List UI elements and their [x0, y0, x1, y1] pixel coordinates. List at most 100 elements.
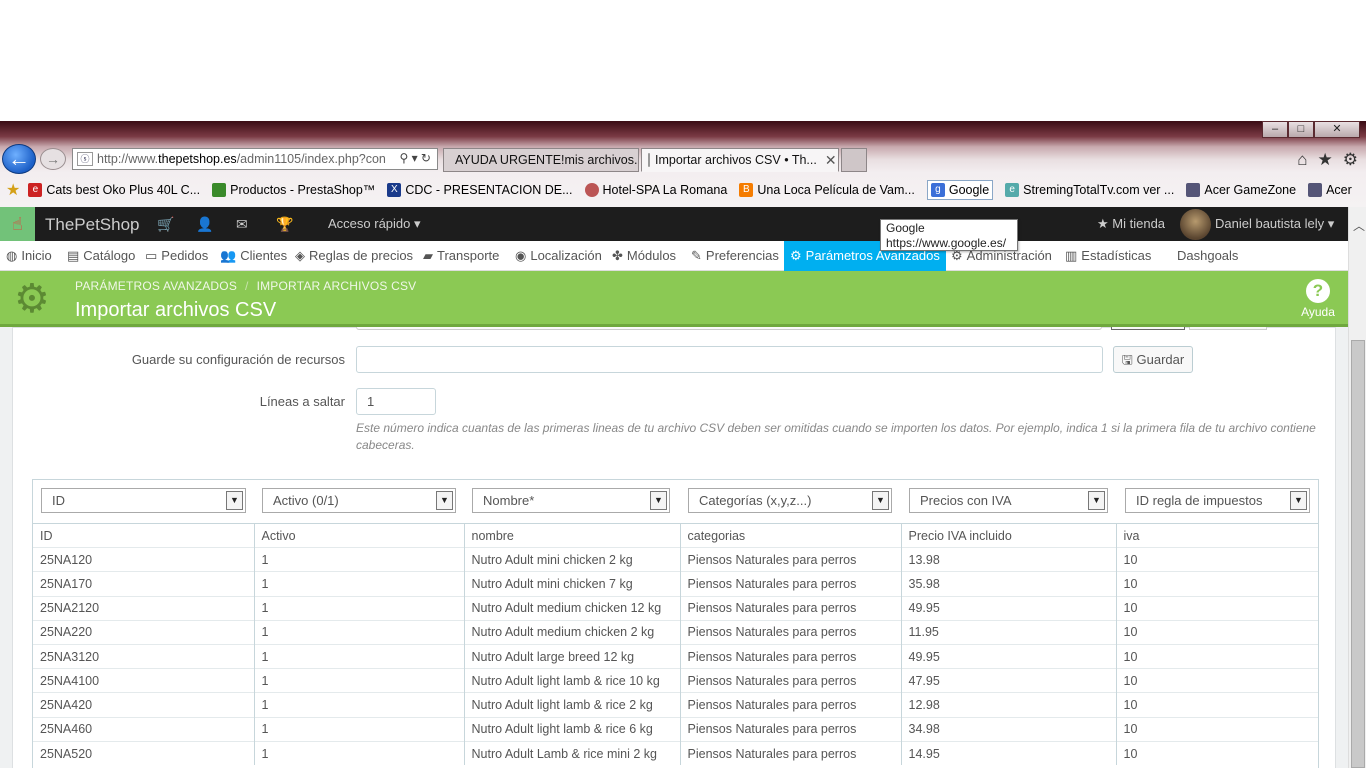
table-cell: 10 [1116, 595, 1318, 621]
column-select-1[interactable]: ID ▼ [41, 488, 246, 513]
breadcrumb-importar[interactable]: IMPORTAR ARCHIVOS CSV [257, 279, 417, 293]
skip-lines-hint: Este número indica cuantas de las primer… [356, 421, 1316, 452]
table-cell: Nutro Adult medium chicken 12 kg [464, 595, 681, 621]
window-controls: – □ ✕ [1262, 121, 1360, 139]
save-config-input[interactable] [356, 346, 1103, 373]
table-row: 25NA460 1 Nutro Adult light lamb & rice 6 … [33, 716, 1318, 742]
type-select-partial[interactable] [356, 327, 1102, 330]
trophy-icon[interactable]: 🏆 [276, 216, 293, 233]
favorite-link[interactable]: e StremingTotalTv.com ver ... [1005, 183, 1174, 197]
delete-button-partial[interactable] [1189, 327, 1267, 330]
table-cell: Nutro Adult mini chicken 2 kg [464, 547, 681, 572]
menu-item-reglas-precios[interactable]: ◈ Reglas de precios [295, 241, 413, 271]
chevron-down-icon: ▼ [436, 491, 453, 510]
hand-cursor-icon[interactable]: ☝ [0, 207, 35, 241]
google-icon: g [930, 183, 945, 197]
column-select-3[interactable]: Nombre* ▼ [472, 488, 670, 513]
site-tab-icon [648, 153, 650, 167]
csv-preview-grid: ID ▼ Activo (0/1) ▼ Nombre* ▼ Categorías (x… [32, 479, 1319, 768]
envelope-icon[interactable]: ✉ [236, 216, 248, 233]
table-cell: 12.98 [901, 692, 1117, 717]
column-select-5[interactable]: Precios con IVA ▼ [909, 488, 1108, 513]
user-menu[interactable]: Daniel bautista lely ▾ [1215, 216, 1334, 232]
credit-card-icon: ▭ [145, 248, 158, 263]
save-button[interactable]: 🖫 Guardar [1113, 346, 1193, 373]
book-icon: ▤ [67, 248, 80, 263]
table-cell: 10 [1116, 668, 1318, 693]
skip-lines-input[interactable] [356, 388, 436, 415]
table-cell: 25NA420 [33, 692, 255, 717]
menu-item-localizacion[interactable]: ◉ Localización [515, 241, 602, 271]
admin-header: ☝ ThePetShop 🛒 👤 ✉ 🏆 Acceso rápido ▾ ★ M… [0, 207, 1348, 241]
table-cell: 25NA4100 [33, 668, 255, 693]
maximize-button[interactable]: □ [1288, 121, 1314, 138]
favorite-link[interactable]: B Una Loca Película de Vam... [739, 183, 915, 197]
table-cell: 25NA120 [33, 547, 255, 572]
favorite-link[interactable]: e Cats best Oko Plus 40L C... [28, 183, 200, 197]
favorite-icon [584, 183, 599, 197]
favorites-add-icon[interactable]: ★ [6, 180, 20, 200]
address-bar[interactable]: ⓢ http://www. thepetshop.es/admin1105/ind… [72, 148, 438, 170]
url-path: /admin1105/index.php?con [236, 152, 386, 166]
table-cell: Piensos Naturales para perros [680, 571, 902, 597]
back-button[interactable]: ← [2, 144, 36, 174]
settings-gear-icon[interactable]: ⚙ [1343, 150, 1358, 170]
favorite-icon: e [1005, 183, 1020, 197]
my-shop-link[interactable]: ★ Mi tienda [1097, 216, 1165, 232]
table-header-cell: nombre [464, 522, 681, 548]
menu-item-modulos[interactable]: ✤ Módulos [612, 241, 676, 271]
menu-item-preferencias[interactable]: ✎ Preferencias [691, 241, 779, 271]
favorite-link[interactable]: Hotel-SPA La Romana [584, 183, 727, 197]
menu-item-pedidos[interactable]: ▭ Pedidos [145, 241, 208, 271]
help-button[interactable]: ? Ayuda [1296, 279, 1340, 319]
navigation-row: ← → ⓢ http://www. thepetshop.es/admin1105… [0, 144, 1366, 174]
table-cell: 25NA3120 [33, 643, 255, 669]
tab-label: Importar archivos CSV • Th... [655, 153, 817, 167]
cart-icon[interactable]: 🛒 [157, 216, 174, 233]
column-select-6[interactable]: ID regla de impuestos ▼ [1125, 488, 1310, 513]
favorite-link[interactable]: Productos - PrestaShop™ [212, 183, 375, 197]
close-window-button[interactable]: ✕ [1314, 121, 1360, 138]
column-select-4[interactable]: Categorías (x,y,z...) ▼ [688, 488, 892, 513]
favorite-link[interactable]: X CDC - PRESENTACION DE... [387, 183, 573, 197]
favorite-link[interactable]: Acer GameZone [1186, 183, 1296, 197]
tags-icon: ◈ [295, 248, 305, 263]
column-select-2[interactable]: Activo (0/1) ▼ [262, 488, 456, 513]
forward-button[interactable]: → [40, 148, 66, 170]
tab-ayuda-urgente[interactable]: AYUDA URGENTE!mis archivos... [443, 148, 639, 172]
blogger-icon: B [739, 183, 754, 197]
search-refresh-icons[interactable]: ⚲ ▾ ↻ [395, 151, 431, 165]
home-icon[interactable]: ⌂ [1297, 150, 1307, 170]
quick-access-dropdown[interactable]: Acceso rápido ▾ [328, 216, 421, 232]
menu-item-catalogo[interactable]: ▤ Catálogo [67, 241, 135, 271]
save-config-label: Guarde su configuración de recursos [131, 352, 345, 367]
user-icon[interactable]: 👤 [196, 216, 213, 233]
load-button-partial[interactable] [1111, 327, 1185, 330]
table-cell: 1 [254, 619, 465, 645]
vertical-scrollbar[interactable]: ︿ [1348, 207, 1366, 768]
chevron-down-icon: ▼ [872, 491, 889, 510]
google-tooltip: Google https://www.google.es/ [880, 219, 1018, 251]
favorite-link-google[interactable]: g Google [926, 180, 994, 200]
favorites-star-icon[interactable]: ★ [1318, 150, 1333, 170]
menu-item-dashgoals[interactable]: Dashgoals [1177, 241, 1238, 271]
favorite-link[interactable]: Acer [1308, 183, 1352, 197]
menu-item-clientes[interactable]: 👥 Clientes [220, 241, 287, 271]
scrollbar-thumb[interactable] [1351, 340, 1365, 768]
table-cell: Nutro Adult light lamb & rice 2 kg [464, 692, 681, 717]
shop-name-link[interactable]: ThePetShop [45, 215, 140, 235]
close-tab-icon[interactable]: ✕ [825, 152, 837, 169]
table-cell: 25NA220 [33, 619, 255, 645]
avatar[interactable] [1180, 209, 1211, 240]
tooltip-title: Google [886, 221, 925, 235]
new-tab-button[interactable] [841, 148, 867, 172]
table-cell: 35.98 [901, 571, 1117, 597]
menu-item-transporte[interactable]: ▰ Transporte [423, 241, 499, 271]
main-menu: ◍ Inicio ▤ Catálogo ▭ Pedidos 👥 Clientes ◈ Re… [0, 241, 1348, 271]
menu-item-inicio[interactable]: ◍ Inicio [6, 241, 52, 271]
menu-item-estadisticas[interactable]: ▥ Estadísticas [1065, 241, 1151, 271]
scroll-up-icon[interactable]: ︿ [1353, 217, 1365, 234]
tab-importar-csv[interactable]: Importar archivos CSV • Th... ✕ [641, 148, 839, 172]
breadcrumb-parametros[interactable]: PARÁMETROS AVANZADOS [75, 279, 237, 293]
minimize-button[interactable]: – [1262, 121, 1288, 138]
